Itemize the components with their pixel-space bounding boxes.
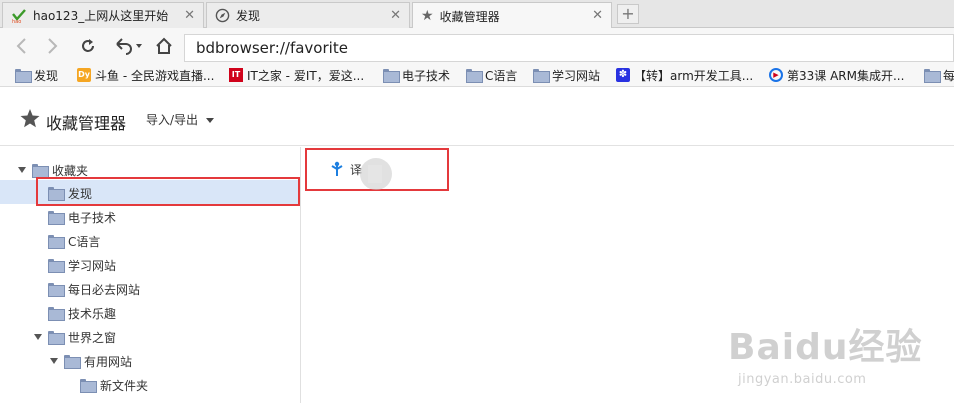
bookmark-folder[interactable]: 每 (924, 66, 954, 84)
star-icon: ★ (421, 8, 434, 24)
tree-node-label: 收藏夹 (52, 163, 89, 178)
mouse-cursor-overlay (360, 158, 392, 190)
tab-discover[interactable]: 发现 ✕ (206, 2, 410, 28)
watermark-logo: Baidu经验 (728, 327, 923, 368)
undo-icon (116, 38, 142, 55)
watermark: Baidu经验 jingyan.baidu.com (728, 318, 922, 387)
reload-icon (82, 39, 94, 52)
folder-icon (48, 307, 65, 321)
bookmark-entry[interactable]: 译 (330, 158, 362, 180)
home-icon (156, 37, 172, 54)
tree-node-learning-sites[interactable]: 学习网站 (48, 255, 116, 275)
tab-title: hao123_上网从这里开始 (33, 9, 169, 23)
expand-arrow-icon (34, 334, 42, 340)
tree-node-new-folder[interactable]: 新文件夹 (80, 375, 148, 395)
bookmark-douyu[interactable]: Dy 斗鱼 - 全民游戏直播... (77, 66, 214, 84)
folder-icon (32, 164, 49, 178)
folder-icon (924, 69, 941, 83)
tab-favorites-manager[interactable]: ★ 收藏管理器 ✕ (412, 2, 612, 29)
bookmark-label: 每 (943, 68, 954, 83)
bookmark-folder[interactable]: C语言 (466, 66, 517, 84)
page-title: 收藏管理器 (46, 114, 127, 133)
bookmark-arm-video[interactable]: ▶ 第33课 ARM集成开... (769, 66, 904, 84)
compass-icon (215, 8, 230, 23)
tree-node-label: 有用网站 (84, 354, 133, 369)
close-icon[interactable]: ✕ (390, 8, 401, 23)
tree-node-label: C语言 (68, 234, 101, 249)
ithome-icon: IT (229, 68, 243, 82)
hao123-icon: hao (12, 8, 26, 24)
tree-node-label: 每日必去网站 (68, 282, 141, 297)
tree-node-label: 世界之窗 (68, 330, 117, 345)
folder-icon (48, 331, 65, 345)
import-export-button[interactable]: 导入/导出 (146, 111, 214, 128)
folder-icon (48, 283, 65, 297)
back-button[interactable] (12, 36, 32, 56)
chevron-left-icon (16, 38, 26, 54)
reload-button[interactable] (78, 36, 98, 56)
tab-title: 发现 (236, 9, 261, 23)
tree-node-tech-fun[interactable]: 技术乐趣 (48, 303, 116, 323)
bookmark-label: IT之家 - 爱IT，爱这... (247, 68, 365, 83)
folder-icon (383, 69, 400, 83)
bookmarks-bar: 发现 Dy 斗鱼 - 全民游戏直播... IT IT之家 - 爱IT，爱这...… (0, 63, 954, 87)
folder-icon (466, 69, 483, 83)
import-export-label: 导入/导出 (146, 113, 199, 127)
bookmark-label: 电子技术 (402, 68, 451, 83)
folder-icon (15, 69, 32, 83)
watermark-url: jingyan.baidu.com (738, 372, 867, 387)
folder-icon (48, 211, 65, 225)
folder-icon (80, 379, 97, 393)
bookmark-ithome[interactable]: IT IT之家 - 爱IT，爱这... (229, 66, 364, 84)
address-bar[interactable]: bdbrowser://favorite (184, 34, 954, 62)
folder-icon (533, 69, 550, 83)
bookmark-label: 第33课 ARM集成开... (787, 68, 905, 83)
tree-node-electronics[interactable]: 电子技术 (48, 207, 116, 227)
tree-node-daily-sites[interactable]: 每日必去网站 (48, 279, 140, 299)
tree-node-label: 学习网站 (68, 258, 117, 273)
bookmark-label: 【转】arm开发工具... (634, 68, 754, 83)
tree-node-world-window[interactable]: 世界之窗 (34, 327, 116, 347)
bookmark-folder[interactable]: 学习网站 (533, 66, 600, 84)
close-icon[interactable]: ✕ (184, 8, 195, 23)
tree-node-c-language[interactable]: C语言 (48, 231, 100, 251)
tab-title: 收藏管理器 (439, 9, 500, 24)
manager-header: 收藏管理器 导入/导出 (0, 88, 954, 146)
expand-arrow-icon (18, 167, 26, 173)
highlight-box-tree (36, 177, 300, 206)
star-icon (20, 109, 40, 128)
home-button[interactable] (154, 36, 174, 56)
new-tab-button[interactable]: + (617, 4, 639, 24)
svg-text:hao: hao (12, 19, 21, 24)
tree-node-label: 技术乐趣 (68, 306, 117, 321)
chevron-right-icon (48, 38, 58, 54)
tab-strip: hao hao123_上网从这里开始 ✕ 发现 ✕ ★ 收藏管理器 ✕ + (0, 0, 954, 29)
forward-button[interactable] (42, 36, 62, 56)
baidu-paw-icon: ✽ (616, 68, 630, 82)
tree-node-useful-sites[interactable]: 有用网站 (50, 351, 132, 371)
bookmark-label: 学习网站 (552, 68, 601, 83)
tree-node-label: 电子技术 (68, 210, 117, 225)
bookmark-label: 发现 (34, 68, 59, 83)
expand-arrow-icon (50, 358, 58, 364)
bookmark-folder[interactable]: 电子技术 (383, 66, 450, 84)
tab-hao123[interactable]: hao hao123_上网从这里开始 ✕ (2, 2, 204, 28)
caret-down-icon (205, 117, 214, 123)
bookmark-label: C语言 (485, 68, 518, 83)
folder-icon (48, 235, 65, 249)
undo-close-button[interactable] (110, 36, 144, 56)
folder-icon (48, 259, 65, 273)
douyu-icon: Dy (77, 68, 91, 82)
close-icon[interactable]: ✕ (592, 8, 603, 23)
bookmark-arm-tools[interactable]: ✽ 【转】arm开发工具... (616, 66, 753, 84)
bookmark-folder[interactable]: 发现 (15, 66, 58, 84)
tree-node-label: 新文件夹 (100, 378, 149, 393)
bookmark-label: 斗鱼 - 全民游戏直播... (95, 68, 215, 83)
video-icon: ▶ (769, 68, 783, 82)
folder-icon (64, 355, 81, 369)
share-icon (331, 161, 343, 176)
